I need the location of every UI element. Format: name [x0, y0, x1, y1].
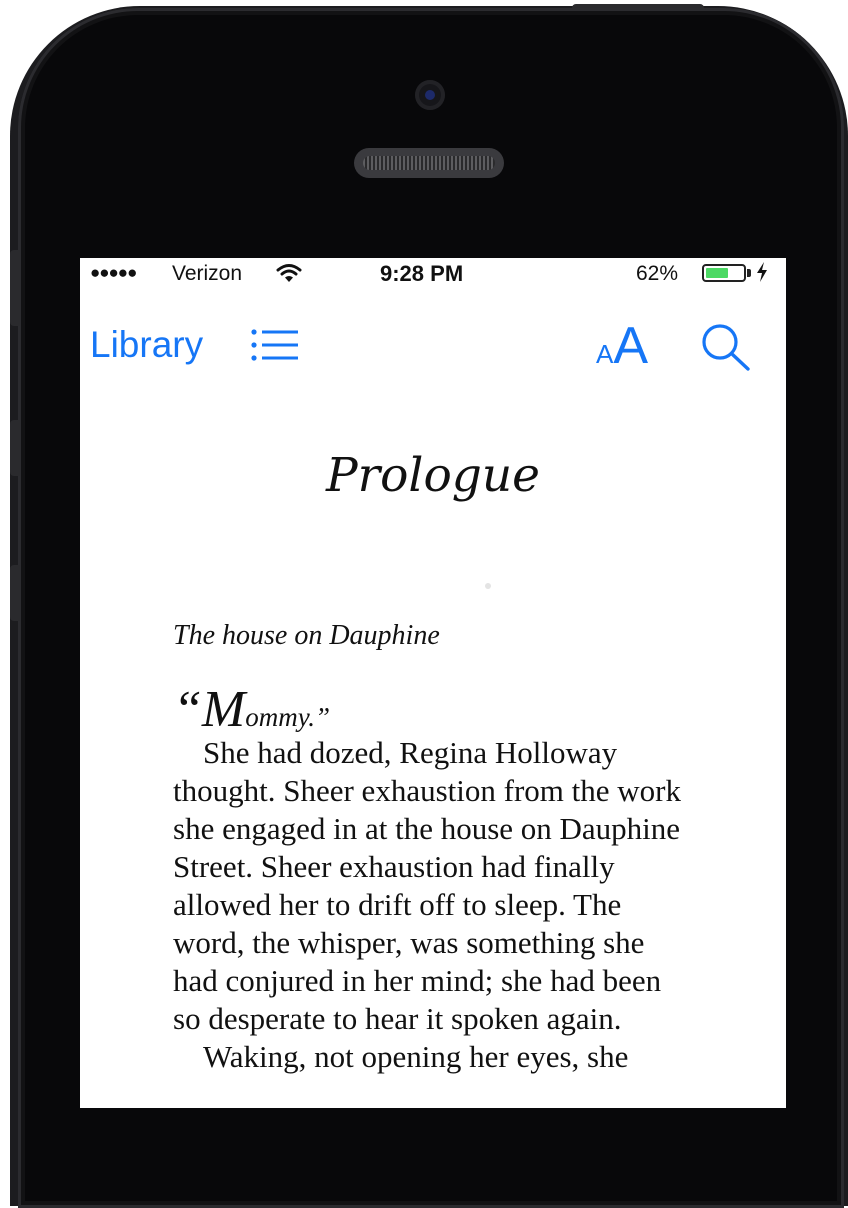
charging-icon [756, 262, 768, 287]
library-button[interactable]: Library [90, 324, 203, 366]
battery-terminal [747, 269, 751, 277]
opening-word: ommy.” [245, 702, 331, 732]
battery-level [706, 268, 728, 278]
page-speck [485, 583, 491, 589]
battery-icon [702, 264, 746, 282]
battery-percentage: 62% [636, 262, 679, 285]
paragraph: Waking, not opening her eyes, she [203, 1039, 629, 1074]
front-camera [415, 80, 445, 110]
reader-toolbar: Library AA [80, 312, 786, 382]
table-of-contents-icon[interactable] [250, 328, 300, 367]
opening-line: “Mommy.” [173, 680, 330, 739]
status-bar: ●●●●● Verizon 9:28 PM 62% [80, 258, 786, 290]
font-small-letter: A [596, 339, 614, 369]
search-icon[interactable] [700, 322, 752, 377]
font-large-letter: A [613, 317, 649, 375]
chapter-title: Prologue [326, 448, 540, 503]
earpiece-speaker [354, 148, 504, 178]
wifi-icon [276, 262, 302, 289]
screen: ●●●●● Verizon 9:28 PM 62% Library AA Pro… [80, 258, 786, 1108]
paragraph: She had dozed, Regina Holloway thought. … [173, 735, 681, 1036]
book-text[interactable]: She had dozed, Regina Holloway thought. … [173, 734, 693, 1076]
chapter-epigraph: The house on Dauphine [173, 620, 440, 651]
font-size-button[interactable]: AA [596, 316, 648, 376]
mute-switch [10, 250, 20, 326]
signal-strength-icon: ●●●●● [90, 263, 137, 282]
drop-cap: “M [173, 681, 246, 738]
carrier-name: Verizon [172, 262, 243, 285]
volume-up-button [10, 420, 20, 476]
volume-down-button [10, 565, 20, 621]
status-time: 9:28 PM [380, 261, 464, 286]
